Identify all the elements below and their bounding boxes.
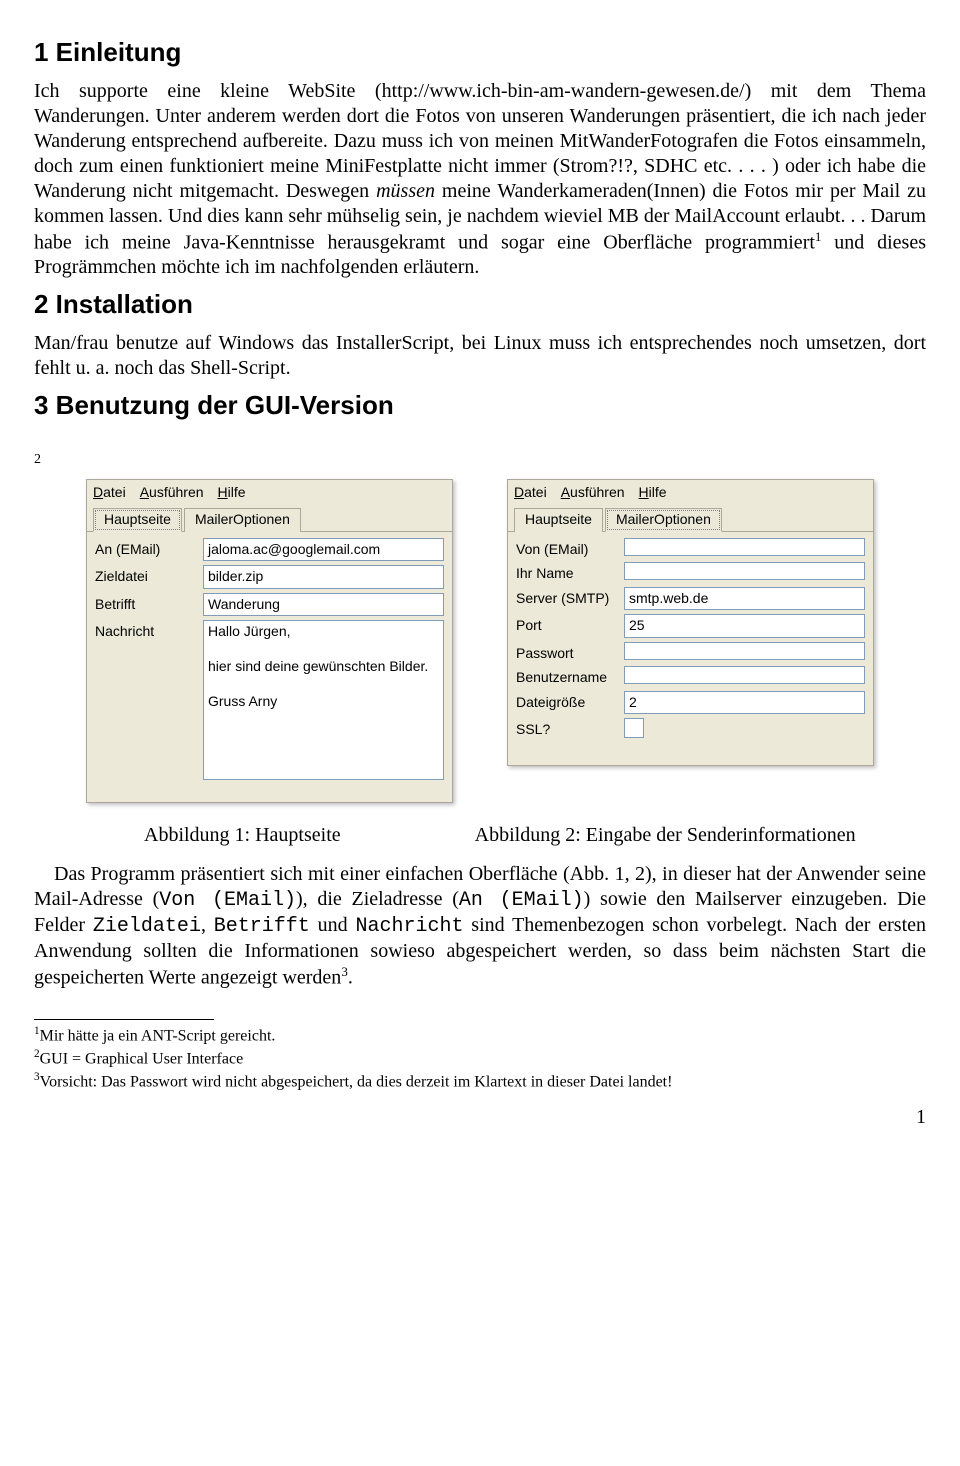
mono-an-email: An (EMail) <box>459 889 584 912</box>
tab-maileroptionen[interactable]: MailerOptionen <box>605 508 722 532</box>
page-number: 1 <box>34 1105 926 1130</box>
figure-row: Datei Ausführen Hilfe Hauptseite MailerO… <box>34 479 926 804</box>
input-an-email[interactable]: jaloma.ac@googlemail.com <box>203 538 444 562</box>
heading-installation: 2 Installation <box>34 288 926 321</box>
label-dateigroesse: Dateigröße <box>516 691 624 712</box>
menu-ausfuehren[interactable]: Ausführen <box>140 484 204 502</box>
caption-row: Abbildung 1: Hauptseite Abbildung 2: Ein… <box>34 823 926 848</box>
label-ihr-name: Ihr Name <box>516 562 624 583</box>
mono-von-email: Von (EMail) <box>159 889 296 912</box>
menu-ausfuehren[interactable]: Ausführen <box>561 484 625 502</box>
footnote-3: 3Vorsicht: Das Passwort wird nicht abges… <box>34 1070 926 1093</box>
para-installation: Man/frau benutze auf Windows das Install… <box>34 331 926 381</box>
label-an-email: An (EMail) <box>95 538 203 559</box>
heading-einleitung: 1 Einleitung <box>34 36 926 69</box>
app-window-maileroptionen: Datei Ausführen Hilfe Hauptseite MailerO… <box>507 479 874 766</box>
label-betrifft: Betrifft <box>95 593 203 614</box>
footnote-ref-2: 2 <box>34 451 926 469</box>
mono-zieldatei: Zieldatei <box>93 915 201 938</box>
italic-muessen: müssen <box>376 180 435 202</box>
textarea-nachricht[interactable]: Hallo Jürgen, hier sind deine gewünschte… <box>203 620 444 780</box>
para-einleitung: Ich supporte eine kleine WebSite (http:/… <box>34 79 926 281</box>
app-window-hauptseite: Datei Ausführen Hilfe Hauptseite MailerO… <box>86 479 453 804</box>
menubar: Datei Ausführen Hilfe <box>87 480 452 504</box>
label-ssl: SSL? <box>516 718 624 739</box>
label-benutzername: Benutzername <box>516 666 624 687</box>
input-ihr-name[interactable] <box>624 562 865 580</box>
label-nachricht: Nachricht <box>95 620 203 641</box>
text: . <box>348 967 353 989</box>
tab-hauptseite[interactable]: Hauptseite <box>514 508 603 532</box>
caption-abb1: Abbildung 1: Hauptseite <box>34 823 451 848</box>
input-von-email[interactable] <box>624 538 865 556</box>
text: ), die Zieladresse ( <box>296 888 459 910</box>
tab-maileroptionen[interactable]: MailerOptionen <box>184 508 301 532</box>
input-betrifft[interactable]: Wanderung <box>203 593 444 617</box>
heading-benutzung: 3 Benutzung der GUI-Version <box>34 389 926 422</box>
caption-abb2: Abbildung 2: Eingabe der Senderinformati… <box>475 823 926 848</box>
label-port: Port <box>516 614 624 635</box>
input-benutzername[interactable] <box>624 666 865 684</box>
tab-hauptseite[interactable]: Hauptseite <box>93 508 182 532</box>
menu-datei[interactable]: Datei <box>514 484 547 502</box>
form-maileroptionen: Von (EMail) Ihr Name Server (SMTP) smtp.… <box>508 531 873 765</box>
tabbar: Hauptseite MailerOptionen <box>508 503 873 531</box>
label-von-email: Von (EMail) <box>516 538 624 559</box>
label-zieldatei: Zieldatei <box>95 565 203 586</box>
input-port[interactable]: 25 <box>624 614 865 638</box>
input-server-smtp[interactable]: smtp.web.de <box>624 587 865 611</box>
tabbar: Hauptseite MailerOptionen <box>87 503 452 531</box>
form-hauptseite: An (EMail) jaloma.ac@googlemail.com Ziel… <box>87 531 452 803</box>
checkbox-ssl[interactable] <box>624 718 865 743</box>
menu-hilfe[interactable]: Hilfe <box>218 484 246 502</box>
label-server-smtp: Server (SMTP) <box>516 587 624 608</box>
mono-betrifft: Betrifft <box>214 915 310 938</box>
menubar: Datei Ausführen Hilfe <box>508 480 873 504</box>
input-zieldatei[interactable]: bilder.zip <box>203 565 444 589</box>
input-dateigroesse[interactable]: 2 <box>624 691 865 715</box>
footnote-2: 2GUI = Graphical User Interface <box>34 1047 926 1070</box>
para-benutzung: Das Programm präsentiert sich mit einer … <box>34 862 926 991</box>
menu-hilfe[interactable]: Hilfe <box>639 484 667 502</box>
mono-nachricht: Nachricht <box>355 915 463 938</box>
footnote-1: 1Mir hätte ja ein ANT-Script gereicht. <box>34 1024 926 1047</box>
text: und <box>310 914 356 936</box>
menu-datei[interactable]: Datei <box>93 484 126 502</box>
footnote-rule <box>34 1019 214 1020</box>
footnote-list: 1Mir hätte ja ein ANT-Script gereicht. 2… <box>34 1024 926 1093</box>
label-passwort: Passwort <box>516 642 624 663</box>
input-passwort[interactable] <box>624 642 865 660</box>
